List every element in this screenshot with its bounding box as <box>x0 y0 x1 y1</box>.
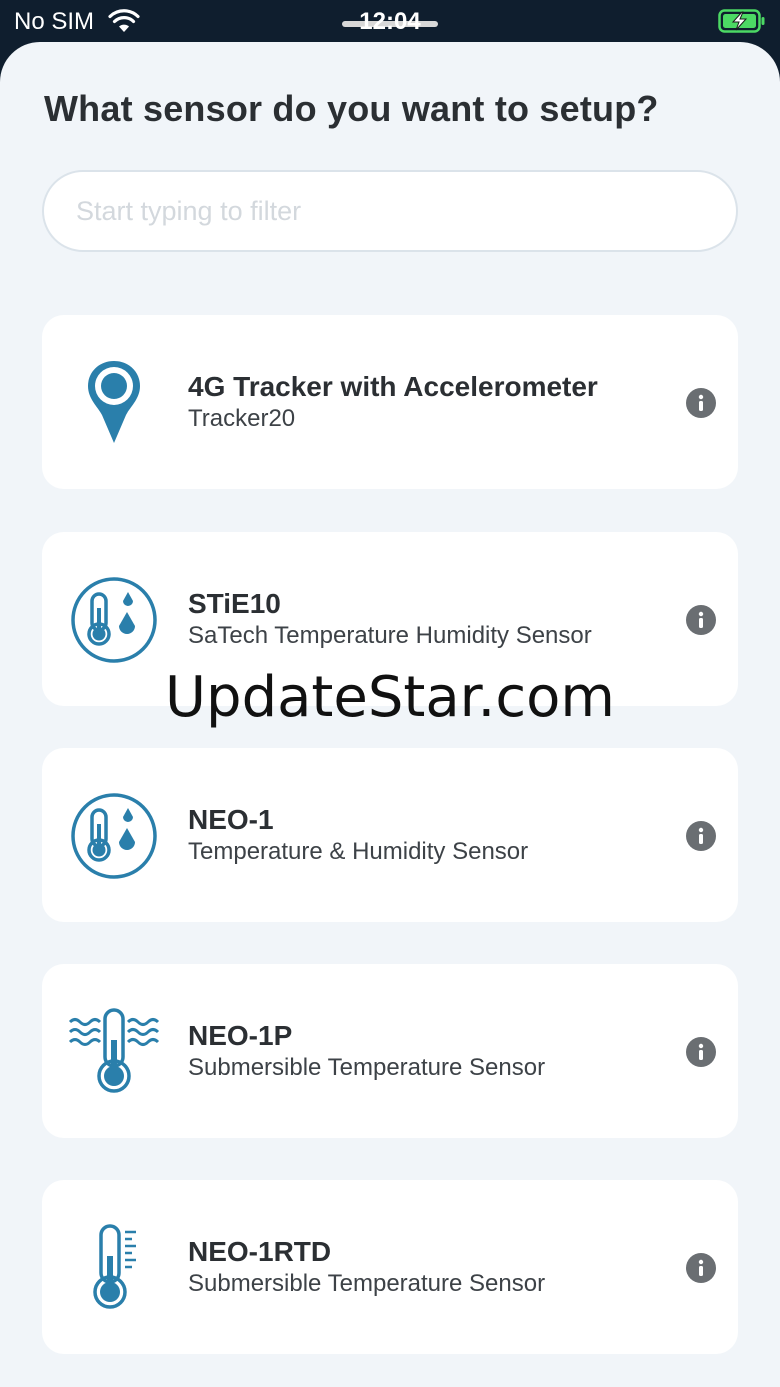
sensor-title: NEO-1 <box>188 804 274 835</box>
watermark: UpdateStar.com <box>165 665 615 730</box>
sensor-subtitle: Submersible Temperature Sensor <box>188 1054 546 1081</box>
thermometer-humidity-icon <box>71 577 157 663</box>
sensor-title: STiE10 <box>188 588 281 619</box>
sensor-title: 4G Tracker with Accelerometer <box>188 371 598 402</box>
thermometer-scale-icon <box>93 1224 136 1309</box>
sensor-title: NEO-1P <box>188 1020 293 1051</box>
info-icon[interactable] <box>686 1253 716 1283</box>
sensor-card-tracker20[interactable]: 4G Tracker with Accelerometer Tracker20 <box>42 315 738 489</box>
sensor-subtitle: SaTech Temperature Humidity Sensor <box>188 622 592 649</box>
clock-time: 12:04 <box>359 8 421 35</box>
info-icon[interactable] <box>686 1037 716 1067</box>
status-bar: No SIM 12:04 <box>0 0 780 44</box>
info-icon[interactable] <box>686 605 716 635</box>
submersible-thermometer-icon <box>68 1008 160 1093</box>
sensor-subtitle: Submersible Temperature Sensor <box>188 1270 546 1297</box>
sensor-subtitle: Temperature & Humidity Sensor <box>188 838 529 865</box>
sensor-card-neo-1p[interactable]: NEO-1P Submersible Temperature Sensor <box>42 964 738 1138</box>
thermometer-humidity-icon <box>71 793 157 879</box>
sensor-card-neo-1[interactable]: NEO-1 Temperature & Humidity Sensor <box>42 748 738 922</box>
sensor-subtitle: Tracker20 <box>188 405 296 432</box>
filter-search-input[interactable] <box>42 170 738 252</box>
sensor-card-neo-1rtd[interactable]: NEO-1RTD Submersible Temperature Sensor <box>42 1180 738 1354</box>
sensor-title: NEO-1RTD <box>188 1236 332 1267</box>
battery-charging-icon <box>718 9 765 33</box>
info-icon[interactable] <box>686 821 716 851</box>
page-title: What sensor do you want to setup? <box>44 88 659 129</box>
info-icon[interactable] <box>686 388 716 418</box>
location-pin-icon <box>88 361 140 443</box>
